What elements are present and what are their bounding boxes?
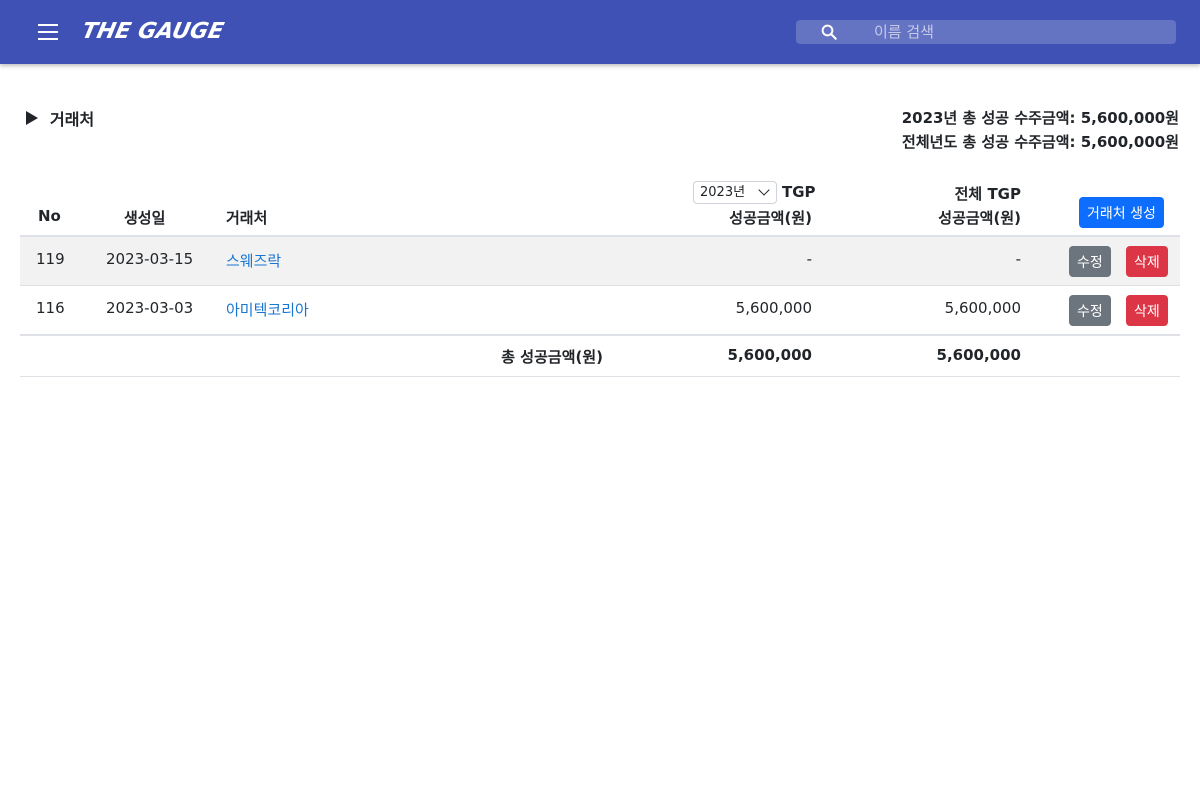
all-total-text: 전체년도 총 성공 수주금액: 5,600,000원 xyxy=(902,133,1179,151)
header-no: No xyxy=(38,207,61,225)
year-select-value: 2023년 xyxy=(700,185,746,200)
cell-year-amount: 5,600,000 xyxy=(735,299,812,317)
table-row: 116 2023-03-03 아미텍코리아 5,600,000 5,600,00… xyxy=(20,286,1180,335)
cell-created: 2023-03-15 xyxy=(106,250,194,268)
menu-icon[interactable] xyxy=(28,20,68,44)
create-client-button[interactable]: 거래처 생성 xyxy=(1079,197,1164,228)
search-icon xyxy=(821,24,837,40)
cell-year-amount: - xyxy=(806,250,812,268)
year-select[interactable]: 2023년 xyxy=(693,181,777,204)
cell-client-link[interactable]: 스웨즈락 xyxy=(226,250,281,271)
header-tgp-amount: 성공금액(원) xyxy=(729,209,812,227)
edit-button[interactable]: 수정 xyxy=(1069,246,1111,277)
client-section-toggle[interactable]: 거래처 xyxy=(26,106,94,130)
header-total-tgp-amount: 성공금액(원) xyxy=(938,209,1021,227)
table-footer-row: 총 성공금액(원) 5,600,000 5,600,000 xyxy=(20,335,1180,377)
cell-client-link[interactable]: 아미텍코리아 xyxy=(226,299,309,320)
delete-button[interactable]: 삭제 xyxy=(1126,246,1168,277)
year-total-text: 2023년 총 성공 수주금액: 5,600,000원 xyxy=(901,109,1179,127)
section-label: 거래처 xyxy=(50,110,95,129)
table-row: 119 2023-03-15 스웨즈락 - - 수정 삭제 xyxy=(20,237,1180,286)
client-table: No 생성일 거래처 2023년 TGP 성공금액(원) 전체 TGP 성공금액… xyxy=(20,176,1180,377)
app-bar: THE GAUGE xyxy=(0,0,1200,64)
cell-total-amount: - xyxy=(1015,250,1021,268)
chevron-down-icon xyxy=(758,184,770,196)
cell-no: 116 xyxy=(36,299,65,317)
table-header: No 생성일 거래처 2023년 TGP 성공금액(원) 전체 TGP 성공금액… xyxy=(20,176,1180,237)
expand-triangle-icon xyxy=(26,111,38,125)
header-client: 거래처 xyxy=(226,209,268,227)
header-created: 생성일 xyxy=(124,209,166,227)
footer-label: 총 성공금액(원) xyxy=(501,348,603,366)
footer-all-total: 5,600,000 xyxy=(936,346,1021,364)
cell-total-amount: 5,600,000 xyxy=(944,299,1021,317)
header-total-tgp: 전체 TGP xyxy=(954,185,1021,203)
footer-year-total: 5,600,000 xyxy=(727,346,812,364)
cell-created: 2023-03-03 xyxy=(106,299,194,317)
totals-summary: 2023년 총 성공 수주금액: 5,600,000원 전체년도 총 성공 수주… xyxy=(902,106,1179,154)
delete-button[interactable]: 삭제 xyxy=(1126,295,1168,326)
cell-no: 119 xyxy=(36,250,65,268)
search-bar[interactable] xyxy=(796,20,1176,44)
search-input[interactable] xyxy=(874,20,1164,44)
edit-button[interactable]: 수정 xyxy=(1069,295,1111,326)
logo[interactable]: THE GAUGE xyxy=(79,16,227,48)
header-tgp: TGP xyxy=(782,183,816,201)
